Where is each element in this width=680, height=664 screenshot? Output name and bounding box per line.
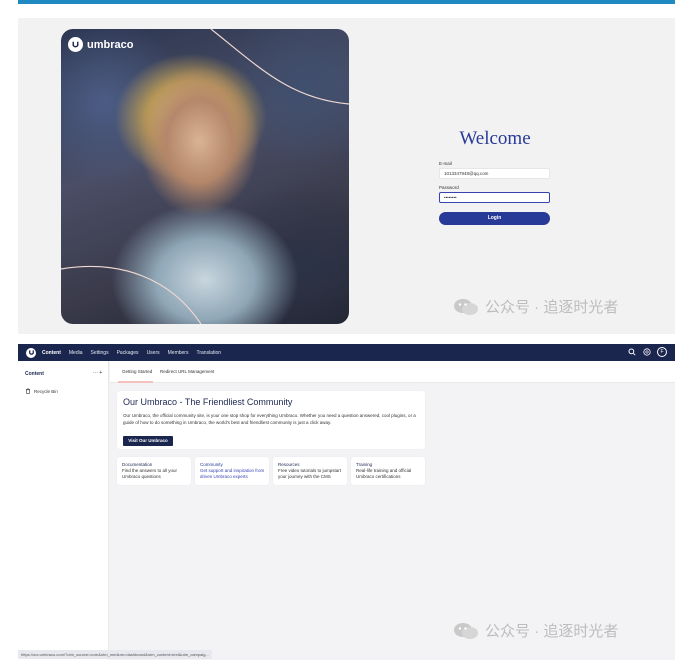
wechat-icon xyxy=(453,622,479,640)
resources-text: Free video tutorials to jumpstart your j… xyxy=(278,468,342,479)
password-label: Password xyxy=(439,185,459,190)
sidebar-actions-button[interactable]: ··· + xyxy=(93,370,102,376)
community-title: Community xyxy=(200,462,223,467)
user-avatar[interactable]: F xyxy=(657,347,667,357)
active-tab-indicator xyxy=(118,381,153,383)
documentation-text: Find the answers to all your Umbraco que… xyxy=(122,468,178,479)
community-link-card[interactable]: Community Get support and inspiration fr… xyxy=(195,457,269,485)
nav-item-content[interactable]: Content xyxy=(42,350,61,356)
visit-our-umbraco-button[interactable]: Visit Our Umbraco xyxy=(123,436,173,446)
community-card-description: Our Umbraco, the official community site… xyxy=(123,413,416,425)
email-field[interactable]: 1013347948@qq.com xyxy=(439,168,550,179)
community-card: Our Umbraco - The Friendliest Community … xyxy=(117,391,425,449)
watermark-text: 公众号 · 追逐时光者 xyxy=(485,623,619,640)
content-tree-sidebar: Content ··· + Recycle Bin xyxy=(18,361,109,660)
nav-item-packages[interactable]: Packages xyxy=(117,350,139,356)
password-field[interactable]: •••••••• xyxy=(439,192,550,203)
nav-item-users[interactable]: Users xyxy=(147,350,160,356)
recycle-bin-label: Recycle Bin xyxy=(34,388,58,394)
umbraco-brand: umbraco xyxy=(68,37,133,52)
documentation-card[interactable]: Documentation Find the answers to all yo… xyxy=(117,457,191,485)
sidebar-item-recycle-bin[interactable]: Recycle Bin xyxy=(25,388,58,394)
sidebar-title: Content xyxy=(25,371,44,377)
training-text: Real-life training and official Umbraco … xyxy=(356,468,412,479)
top-navigation: Content Media Settings Packages Users Me… xyxy=(18,344,675,361)
email-label: E-mail xyxy=(439,161,452,166)
brand-name: umbraco xyxy=(87,38,134,51)
login-screen: umbraco Welcome E-mail 1013347948@qq.com… xyxy=(18,18,675,334)
watermark-bottom: 公众号 · 追逐时光者 xyxy=(453,620,618,641)
top-accent-line xyxy=(18,0,675,4)
watermark: 公众号 · 追逐时光者 xyxy=(453,296,618,317)
watermark-text: 公众号 · 追逐时光者 xyxy=(485,299,619,316)
decorative-arc xyxy=(61,29,349,324)
nav-item-members[interactable]: Members xyxy=(168,350,189,356)
status-bar-url: https://our.umbraco.com/?utm_source=core… xyxy=(18,650,212,659)
tab-redirect-url-management[interactable]: Redirect URL Management xyxy=(160,369,214,374)
resources-card[interactable]: Resources Free video tutorials to jumpst… xyxy=(273,457,347,485)
nav-item-translation[interactable]: Translation xyxy=(196,350,221,356)
resources-title: Resources xyxy=(278,462,300,467)
dashboard-tabs: Getting Started Redirect URL Management xyxy=(110,361,675,383)
nav-item-media[interactable]: Media xyxy=(69,350,83,356)
trash-icon xyxy=(25,388,31,394)
backoffice-screen: Content Media Settings Packages Users Me… xyxy=(18,344,675,660)
nav-tools: F xyxy=(627,347,667,357)
training-card[interactable]: Training Real-life training and official… xyxy=(351,457,425,485)
umbraco-nav-logo-icon[interactable] xyxy=(26,347,36,358)
login-button[interactable]: Login xyxy=(439,212,550,225)
wechat-icon xyxy=(453,298,479,316)
help-icon[interactable] xyxy=(642,347,652,357)
community-text: Get support and inspiration from driven … xyxy=(200,468,265,479)
tab-getting-started[interactable]: Getting Started xyxy=(122,369,152,374)
training-title: Training xyxy=(356,462,373,467)
umbraco-logo-icon xyxy=(68,37,83,52)
search-icon[interactable] xyxy=(627,347,637,357)
documentation-title: Documentation xyxy=(122,462,153,467)
community-card-title: Our Umbraco - The Friendliest Community xyxy=(123,397,293,407)
hero-photo: umbraco xyxy=(61,29,349,324)
welcome-heading: Welcome xyxy=(459,128,531,149)
nav-item-settings[interactable]: Settings xyxy=(91,350,109,356)
